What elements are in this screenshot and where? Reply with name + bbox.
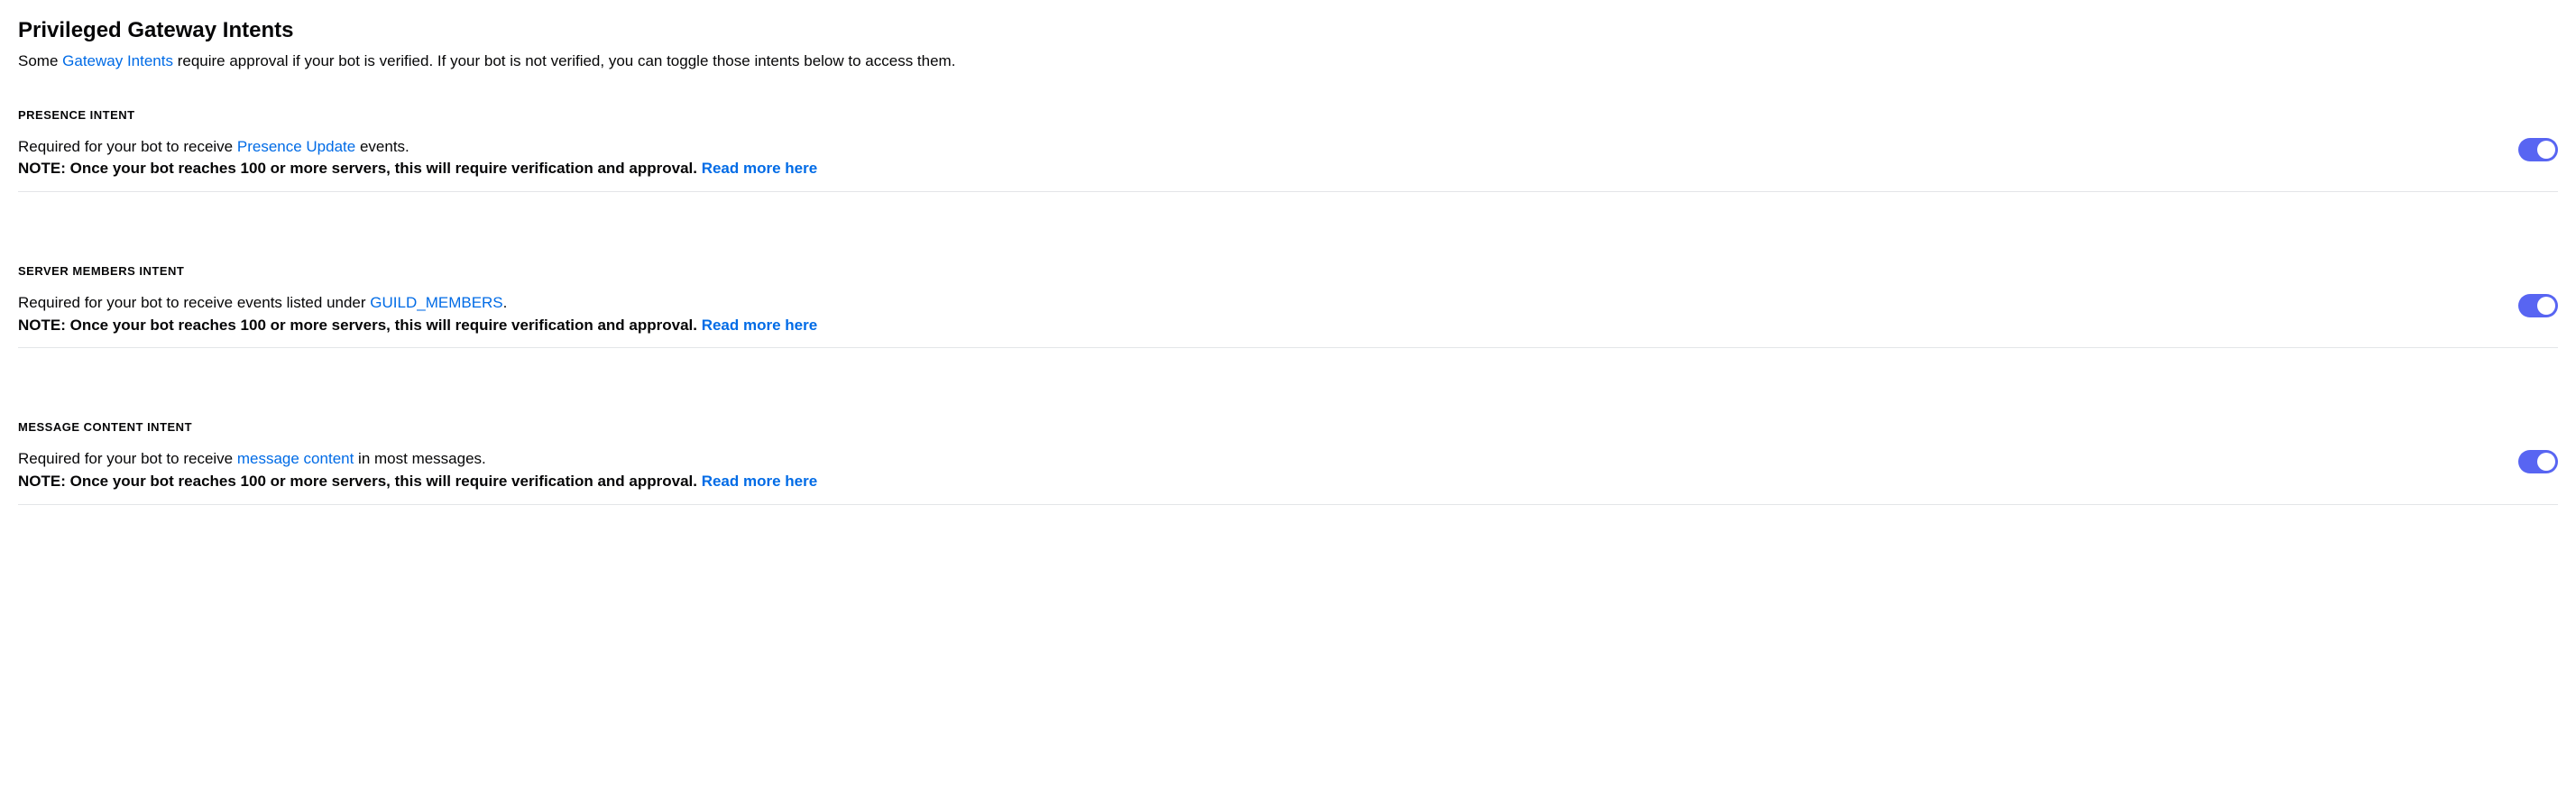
- message-content-intent-row: Required for your bot to receive message…: [18, 448, 2558, 504]
- message-content-required-suffix: in most messages.: [354, 450, 485, 467]
- privileged-intents-section: Privileged Gateway Intents Some Gateway …: [18, 18, 2558, 505]
- presence-intent-row: Required for your bot to receive Presenc…: [18, 136, 2558, 192]
- message-content-intent-toggle[interactable]: [2518, 450, 2558, 473]
- message-content-intent-text: Required for your bot to receive message…: [18, 448, 2482, 492]
- message-content-note-text: NOTE: Once your bot reaches 100 or more …: [18, 473, 702, 490]
- toggle-knob: [2537, 141, 2555, 159]
- section-title: Privileged Gateway Intents: [18, 18, 2558, 43]
- section-description-suffix: require approval if your bot is verified…: [173, 52, 955, 69]
- server-members-intent-row: Required for your bot to receive events …: [18, 292, 2558, 348]
- presence-note-text: NOTE: Once your bot reaches 100 or more …: [18, 160, 702, 177]
- section-description: Some Gateway Intents require approval if…: [18, 50, 2558, 72]
- section-description-prefix: Some: [18, 52, 62, 69]
- server-members-intent-header: SERVER MEMBERS INTENT: [18, 264, 2558, 278]
- server-members-required-prefix: Required for your bot to receive events …: [18, 294, 370, 311]
- presence-intent-toggle[interactable]: [2518, 138, 2558, 161]
- message-content-link[interactable]: message content: [237, 450, 354, 467]
- presence-intent-block: PRESENCE INTENT Required for your bot to…: [18, 108, 2558, 192]
- gateway-intents-link[interactable]: Gateway Intents: [62, 52, 173, 69]
- server-members-intent-toggle[interactable]: [2518, 294, 2558, 317]
- message-content-read-more-link[interactable]: Read more here: [702, 473, 818, 490]
- presence-required-suffix: events.: [355, 138, 409, 155]
- presence-intent-header: PRESENCE INTENT: [18, 108, 2558, 122]
- presence-intent-text: Required for your bot to receive Presenc…: [18, 136, 2482, 180]
- server-members-note-text: NOTE: Once your bot reaches 100 or more …: [18, 317, 702, 334]
- message-content-intent-header: MESSAGE CONTENT INTENT: [18, 420, 2558, 434]
- presence-required-prefix: Required for your bot to receive: [18, 138, 237, 155]
- message-content-intent-block: MESSAGE CONTENT INTENT Required for your…: [18, 420, 2558, 504]
- presence-update-link[interactable]: Presence Update: [237, 138, 355, 155]
- toggle-knob: [2537, 453, 2555, 471]
- server-members-required-suffix: .: [503, 294, 508, 311]
- server-members-read-more-link[interactable]: Read more here: [702, 317, 818, 334]
- toggle-knob: [2537, 297, 2555, 315]
- server-members-intent-text: Required for your bot to receive events …: [18, 292, 2482, 336]
- guild-members-link[interactable]: GUILD_MEMBERS: [370, 294, 502, 311]
- message-content-required-prefix: Required for your bot to receive: [18, 450, 237, 467]
- server-members-intent-block: SERVER MEMBERS INTENT Required for your …: [18, 264, 2558, 348]
- presence-read-more-link[interactable]: Read more here: [702, 160, 818, 177]
